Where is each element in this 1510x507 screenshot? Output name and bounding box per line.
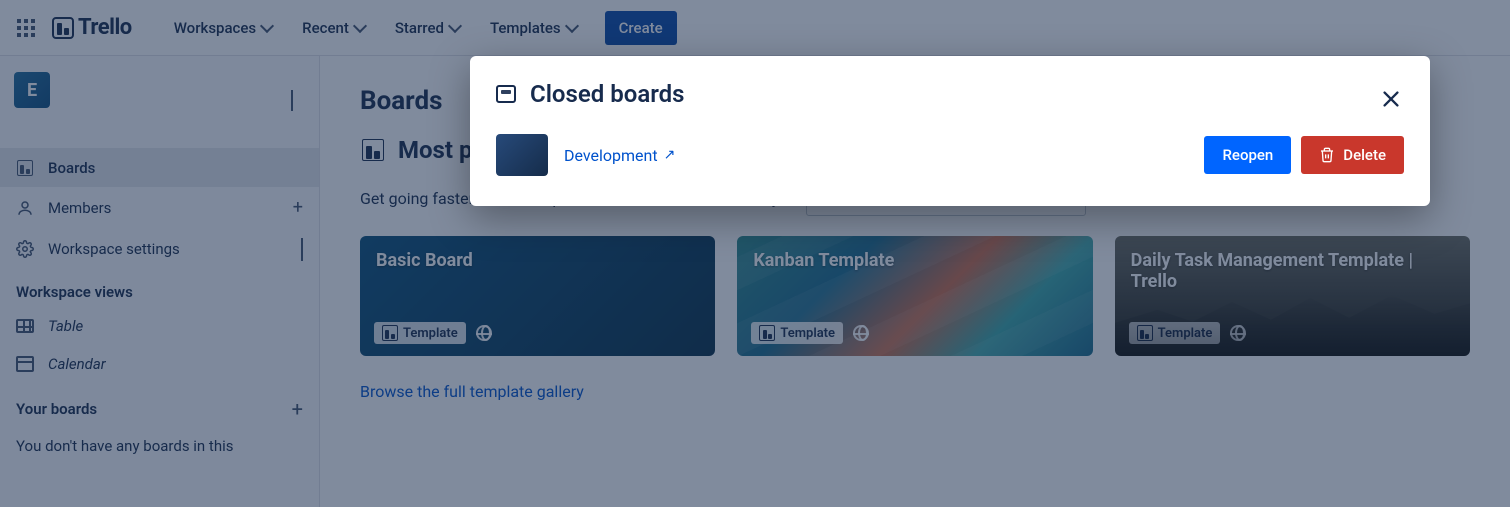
close-icon bbox=[1380, 88, 1402, 110]
external-arrow-icon: ↗ bbox=[664, 147, 676, 163]
closed-board-name: Development bbox=[564, 146, 658, 165]
reopen-button[interactable]: Reopen bbox=[1204, 136, 1291, 174]
closed-board-link[interactable]: Development ↗ bbox=[564, 146, 675, 165]
delete-button-label: Delete bbox=[1343, 146, 1386, 164]
dialog-actions: Reopen Delete bbox=[1204, 136, 1404, 174]
reopen-button-label: Reopen bbox=[1222, 146, 1273, 164]
dialog-close-button[interactable] bbox=[1374, 82, 1408, 120]
trash-icon bbox=[1319, 147, 1335, 163]
closed-board-row: Development ↗ Reopen Delete bbox=[496, 134, 1404, 176]
closed-boards-dialog: Closed boards Development ↗ Reopen Delet… bbox=[470, 56, 1430, 206]
dialog-title: Closed boards bbox=[530, 80, 684, 108]
delete-button[interactable]: Delete bbox=[1301, 136, 1404, 174]
board-thumbnail bbox=[496, 134, 548, 176]
dialog-title-row: Closed boards bbox=[496, 80, 1404, 108]
closed-board-icon bbox=[496, 85, 516, 103]
